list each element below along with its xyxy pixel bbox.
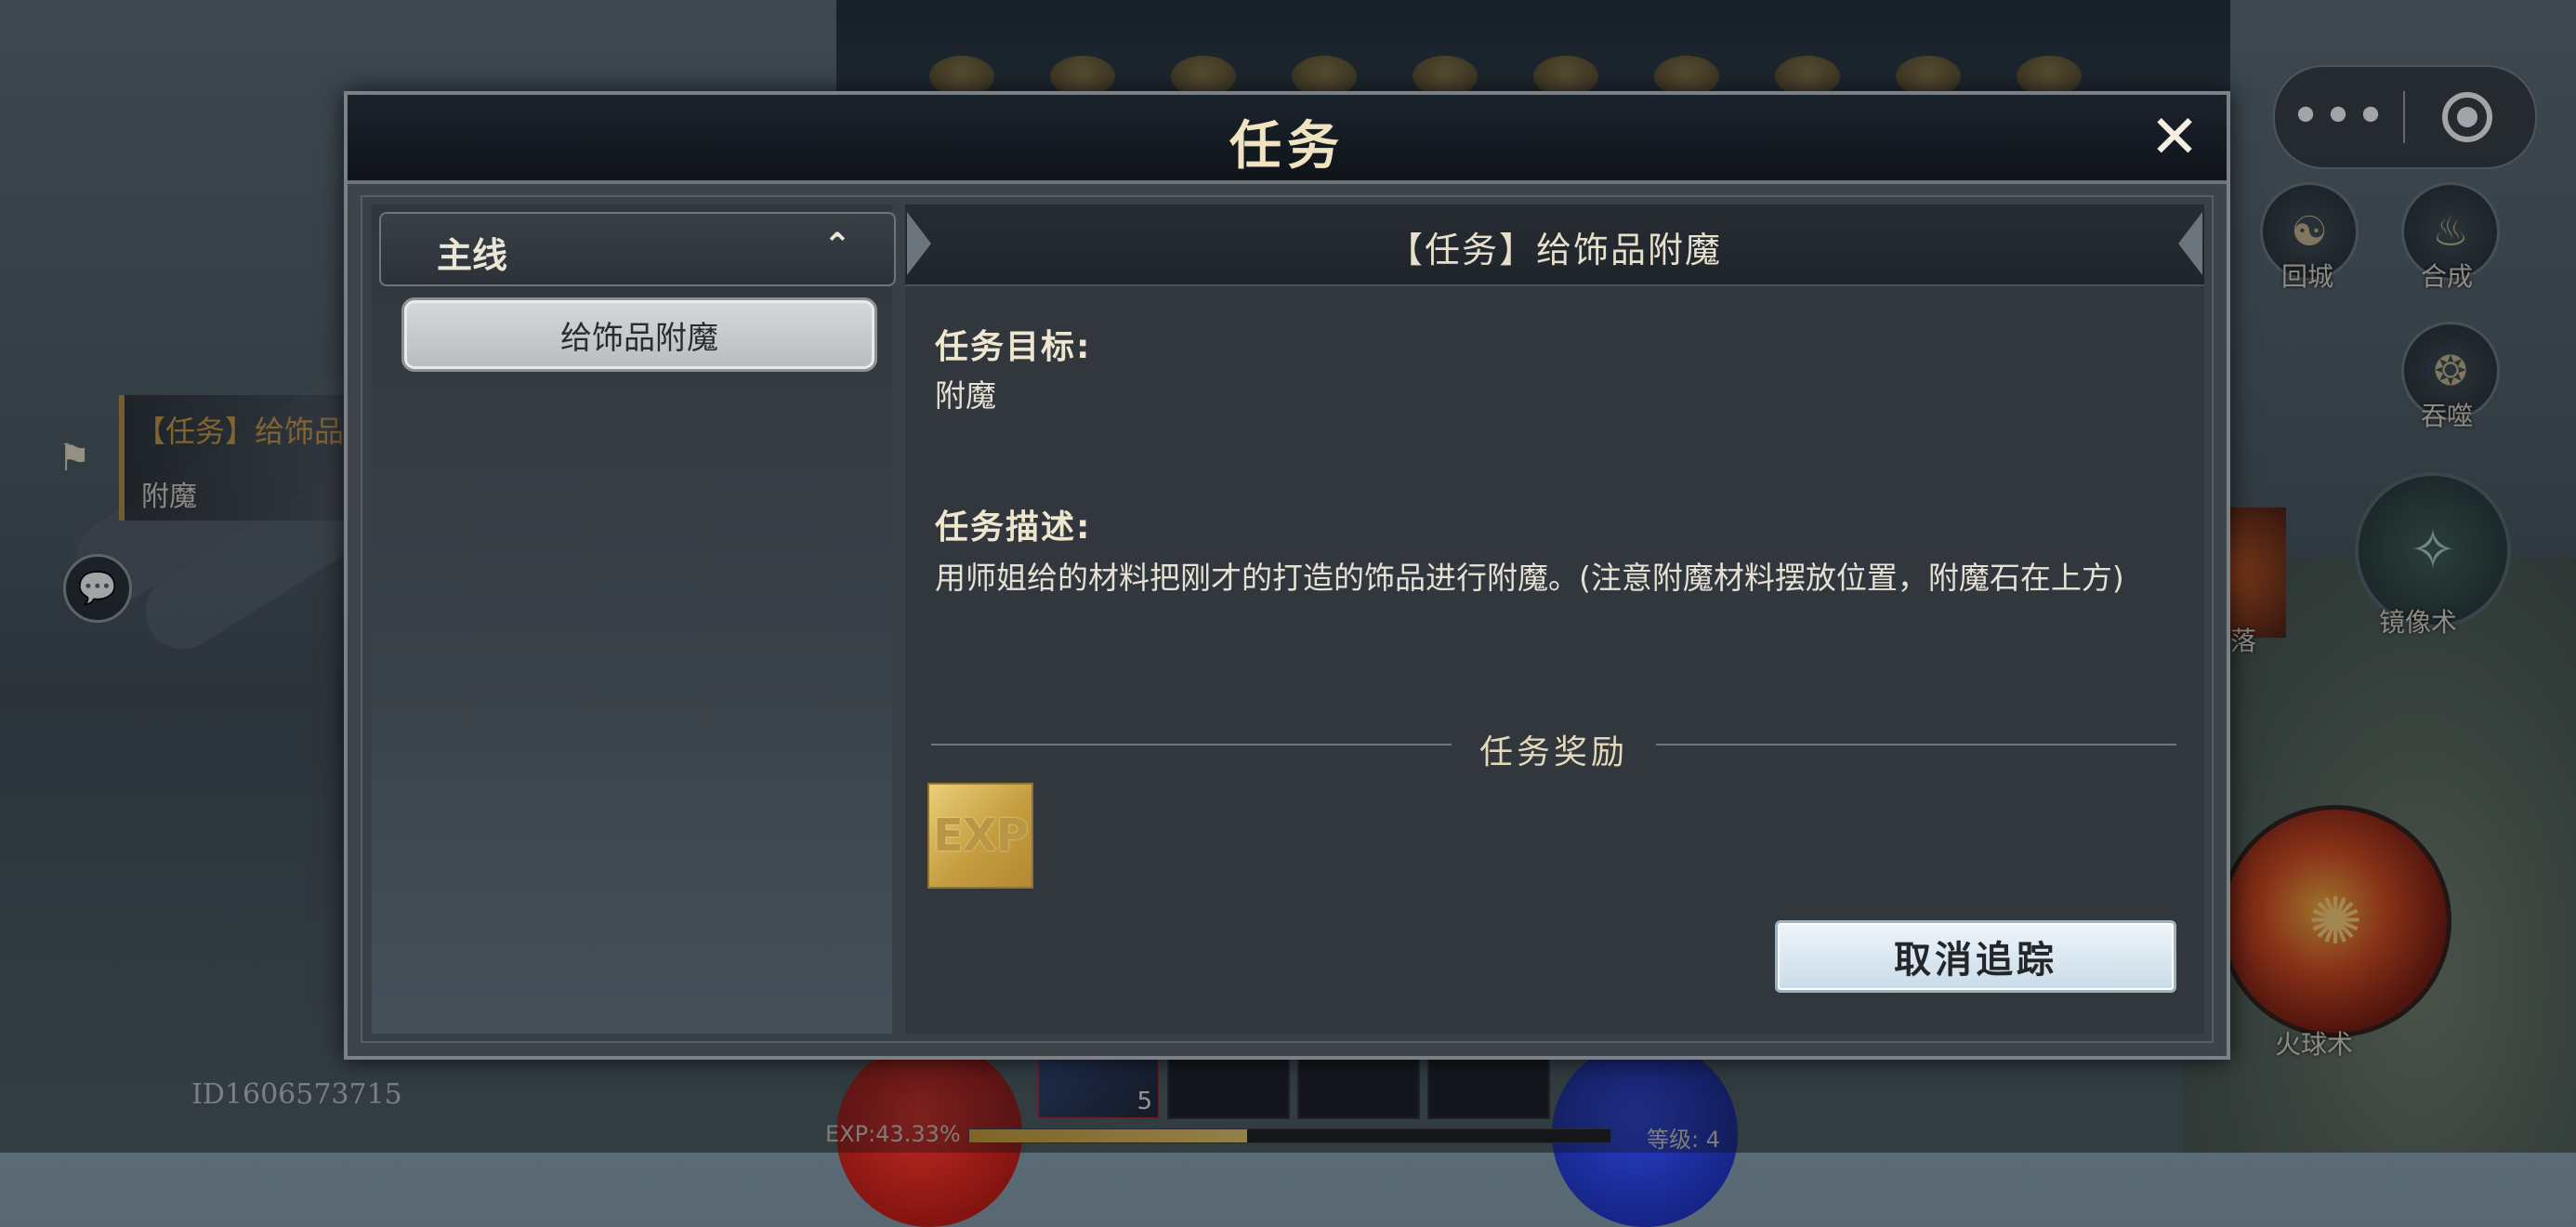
dialog-title: 任务: [1229, 115, 1345, 177]
quest-category-panel: 主线 ⌃ 给饰品附魔: [372, 204, 896, 1034]
description-heading: 任务描述:: [935, 508, 1092, 547]
goal-heading: 任务目标:: [935, 328, 1092, 366]
exp-icon[interactable]: EXP: [927, 783, 1033, 889]
quest-title: 【任务】给饰品附魔: [1387, 230, 1722, 270]
goal-text: 附魔: [935, 377, 996, 414]
chevron-up-icon: ⌃: [822, 227, 851, 265]
dialog-body: 主线 ⌃ 给饰品附魔 【任务】给饰品附魔 任务目标: 附魔 任务描述: 用师姐给…: [361, 195, 2214, 1043]
quest-list-item[interactable]: 给饰品附魔: [401, 297, 877, 372]
cancel-tracking-button[interactable]: 取消追踪: [1775, 920, 2176, 993]
reward-divider: 任务奖励: [931, 725, 2176, 772]
category-main-label: 主线: [437, 235, 508, 276]
close-icon[interactable]: ✕: [2145, 108, 2204, 167]
quest-detail-panel: 【任务】给饰品附魔 任务目标: 附魔 任务描述: 用师姐给的材料把刚才的打造的饰…: [905, 204, 2204, 1034]
dialog-header: 任务 ✕: [348, 95, 2227, 184]
description-text: 用师姐给的材料把刚才的打造的饰品进行附魔。(注意附魔材料摆放位置，附魔石在上方): [935, 560, 2124, 596]
category-main-header[interactable]: 主线 ⌃: [379, 212, 896, 286]
reward-heading: 任务奖励: [1479, 733, 1628, 772]
detail-title-bar: 【任务】给饰品附魔: [905, 204, 2204, 286]
divider-line: [1656, 744, 2176, 745]
exp-reward-label: EXP: [933, 810, 1029, 862]
quest-dialog: 任务 ✕ 主线 ⌃ 给饰品附魔 【任务】给饰品附魔 任务目标: 附魔 任务描述:…: [344, 91, 2230, 1060]
